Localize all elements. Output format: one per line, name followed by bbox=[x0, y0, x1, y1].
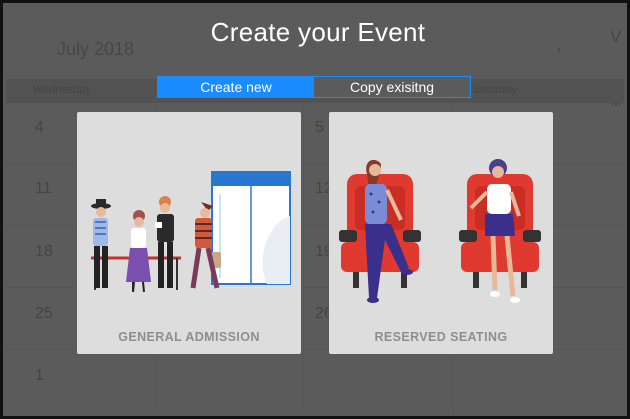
general-admission-label: GENERAL ADMISSION bbox=[118, 330, 260, 344]
general-admission-illustration bbox=[91, 171, 291, 293]
create-new-button[interactable]: Create new bbox=[158, 77, 314, 97]
app-frame: July 2018 › V M Wednesday Saturday 4 11 … bbox=[0, 0, 630, 419]
calendar-date: 11 bbox=[35, 180, 52, 197]
person-icon bbox=[155, 196, 174, 288]
calendar-date: 25 bbox=[35, 305, 53, 322]
day-header: Wednesday bbox=[33, 84, 91, 96]
copy-existing-button[interactable]: Copy exisitng bbox=[314, 77, 470, 97]
calendar-date: 18 bbox=[35, 243, 53, 260]
dialog-title: Create your Event bbox=[210, 17, 426, 47]
general-admission-card[interactable]: GENERAL ADMISSION bbox=[77, 112, 301, 354]
entry-door-icon bbox=[211, 171, 291, 285]
calendar-date: 1 bbox=[35, 367, 44, 384]
person-icon bbox=[126, 210, 151, 293]
day-header: Saturday bbox=[473, 84, 518, 96]
reserved-seating-illustration bbox=[339, 159, 541, 303]
calendar-col-divider bbox=[303, 103, 304, 413]
mode-toggle: Create new Copy exisitng bbox=[157, 76, 471, 98]
reserved-seating-label: RESERVED SEATING bbox=[374, 330, 508, 344]
person-icon bbox=[91, 199, 111, 288]
calendar-date: 5 bbox=[315, 119, 324, 136]
calendar-date: 4 bbox=[35, 119, 44, 136]
reserved-seating-card[interactable]: RESERVED SEATING bbox=[329, 112, 553, 354]
